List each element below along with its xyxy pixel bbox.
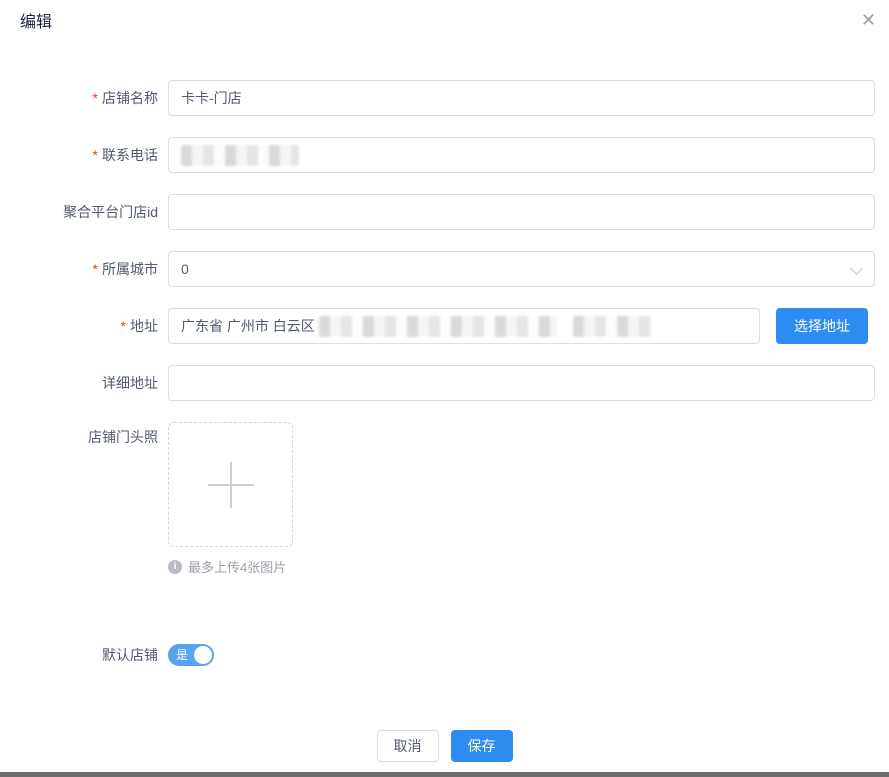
default-shop-toggle-text: 是 — [176, 648, 188, 662]
platform-id-label: 聚合平台门店id — [0, 194, 168, 230]
shop-name-input[interactable] — [168, 80, 875, 116]
redacted-phone-value — [181, 145, 299, 166]
required-mark: * — [121, 318, 126, 334]
redacted-address-part-1 — [319, 316, 557, 337]
required-mark: * — [93, 147, 98, 163]
detail-address-input[interactable] — [168, 365, 875, 401]
edit-store-form: *店铺名称 *联系电话 聚合平台门店id *所属城市 0 *地址 — [0, 80, 889, 666]
platform-id-input[interactable] — [168, 194, 875, 230]
city-label: *所属城市 — [0, 251, 168, 287]
close-icon[interactable]: ✕ — [861, 10, 876, 30]
shop-name-label: *店铺名称 — [0, 80, 168, 116]
address-visible-text: 广东省 广州市 白云区 — [181, 316, 315, 336]
photo-label: 店铺门头照 — [0, 422, 168, 576]
form-row-default-shop: 默认店铺 是 — [0, 644, 889, 666]
default-shop-label: 默认店铺 — [0, 644, 168, 666]
redacted-address-part-2 — [573, 316, 653, 337]
plus-icon — [208, 462, 254, 508]
dialog-title: 编辑 — [20, 12, 52, 34]
window-bottom-edge — [0, 772, 889, 777]
dialog-footer: 取消 保存 — [0, 730, 889, 762]
city-select-value: 0 — [181, 261, 189, 277]
photo-upload-tip: i 最多上传4张图片 — [168, 557, 875, 576]
photo-upload-tip-text: 最多上传4张图片 — [188, 557, 286, 576]
info-icon: i — [168, 560, 182, 574]
default-shop-toggle[interactable]: 是 — [168, 644, 214, 666]
detail-address-label: 详细地址 — [0, 365, 168, 401]
save-button[interactable]: 保存 — [451, 730, 513, 762]
form-row-photo: 店铺门头照 i 最多上传4张图片 — [0, 422, 889, 576]
required-mark: * — [93, 261, 98, 277]
form-row-address: *地址 广东省 广州市 白云区 选择地址 — [0, 308, 889, 344]
cancel-button[interactable]: 取消 — [377, 730, 439, 762]
required-mark: * — [93, 90, 98, 106]
phone-input[interactable] — [168, 137, 875, 173]
form-row-city: *所属城市 0 — [0, 251, 889, 287]
city-select[interactable]: 0 — [168, 251, 875, 287]
choose-address-button[interactable]: 选择地址 — [776, 308, 868, 344]
form-row-detail-address: 详细地址 — [0, 365, 889, 401]
form-row-platform-id: 聚合平台门店id — [0, 194, 889, 230]
photo-upload-box[interactable] — [168, 422, 293, 547]
form-row-shop-name: *店铺名称 — [0, 80, 889, 116]
address-input[interactable]: 广东省 广州市 白云区 — [168, 308, 760, 344]
toggle-knob — [194, 646, 212, 664]
form-row-phone: *联系电话 — [0, 137, 889, 173]
address-label: *地址 — [0, 308, 168, 344]
phone-label: *联系电话 — [0, 137, 168, 173]
